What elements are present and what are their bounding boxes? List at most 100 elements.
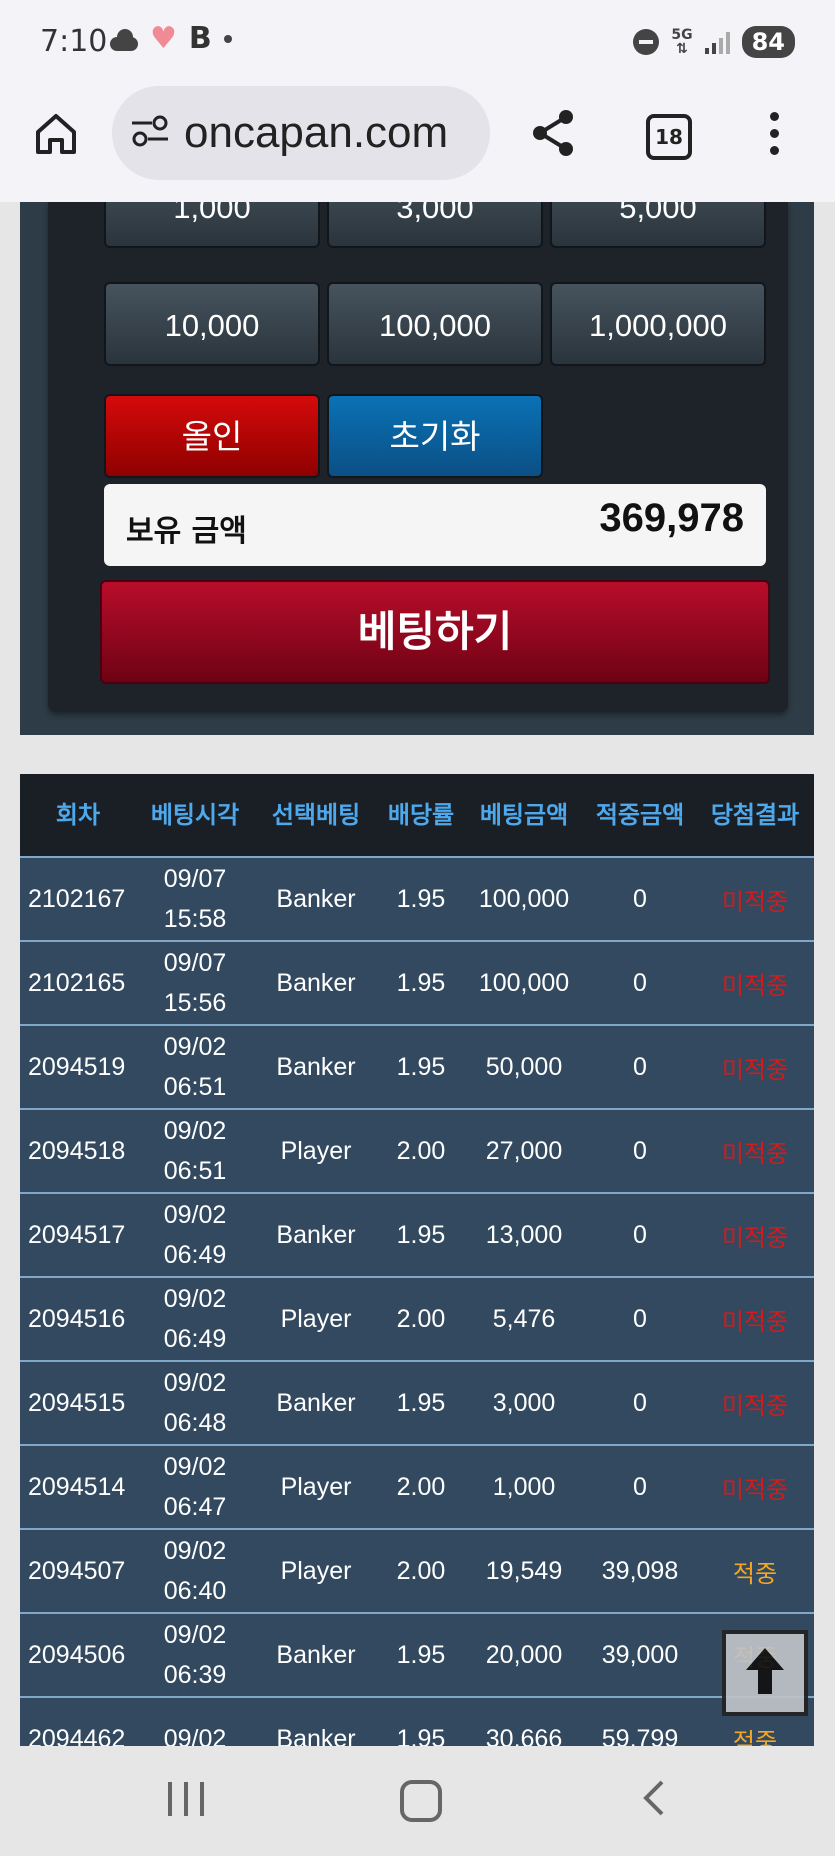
chip-button-3000[interactable]: 3,000: [327, 202, 543, 248]
cell-win-amount: 0: [633, 1136, 647, 1165]
cell-bet-clock: 06:51: [163, 1157, 227, 1185]
cell-bet-date: 09/02: [163, 1285, 227, 1313]
battery-icon: 84: [741, 26, 795, 58]
cell-bet-time: 09/02 06:48: [136, 1362, 254, 1444]
cell-bet-time: 09/07 15:56: [136, 942, 254, 1024]
cell-pick: Player: [280, 1304, 352, 1333]
cell-bet-amount: 20,000: [485, 1640, 563, 1669]
cell-bet-amount: 30,666: [485, 1724, 563, 1747]
cell-round: 2102165: [28, 968, 126, 997]
cell-win-amount: 59,799: [601, 1724, 679, 1747]
cell-bet-amount: 13,000: [485, 1220, 563, 1249]
notification-icons: ♥ B: [108, 24, 232, 54]
cell-result: 미적중: [696, 942, 814, 1024]
cell-bet-amount: 3,000: [492, 1388, 556, 1417]
cell-round: 2094515: [28, 1388, 126, 1417]
cell-win-amount: 0: [633, 1220, 647, 1249]
cell-bet-time: 09/02 06:39: [136, 1614, 254, 1696]
cell-bet-date: 09/02: [163, 1621, 227, 1649]
cell-result: 미적중: [696, 858, 814, 940]
table-row: 2094515 09/02 06:48 Banker 1.95 3,000 0 미적중: [20, 1360, 814, 1444]
balance-value: 369,978: [599, 496, 744, 540]
cell-result: 미적중: [696, 1278, 814, 1360]
cell-bet-date: 09/02: [163, 1033, 227, 1061]
scroll-to-top-button[interactable]: [722, 1630, 808, 1716]
back-button[interactable]: [640, 1778, 666, 1818]
recent-apps-button[interactable]: [168, 1782, 204, 1816]
cell-win-amount: 39,000: [601, 1640, 679, 1669]
cell-bet-clock: 06:48: [163, 1409, 227, 1437]
chip-button-100000[interactable]: 100,000: [327, 282, 543, 366]
cell-win-amount: 0: [633, 884, 647, 913]
cell-bet-amount: 19,549: [485, 1556, 563, 1585]
all-in-button[interactable]: 올인: [104, 394, 320, 478]
home-button[interactable]: [400, 1780, 442, 1822]
cell-round: 2094507: [28, 1556, 126, 1585]
cell-odds: 1.95: [396, 968, 446, 997]
result-text: 적중: [732, 1728, 778, 1747]
table-row: 2094462 09/02 Banker 1.95 30,666 59,799 적중: [20, 1696, 814, 1746]
cell-win-amount: 0: [633, 1304, 647, 1333]
cell-pick: Banker: [276, 1220, 356, 1249]
cell-round: 2094514: [28, 1472, 126, 1501]
result-text: 미적중: [721, 1392, 789, 1420]
cell-pick: Player: [280, 1556, 352, 1585]
cloud-icon: [108, 29, 138, 51]
header-pick: 선택베팅: [271, 801, 361, 829]
more-notifications-dot-icon: [223, 35, 232, 43]
bet-history-table: 회차 베팅시각 선택베팅 배당률 베팅금액 적중금액 당첨결과 2102167 0…: [20, 774, 814, 1746]
do-not-disturb-icon: [633, 29, 660, 55]
table-row: 2094519 09/02 06:51 Banker 1.95 50,000 0 미적중: [20, 1024, 814, 1108]
cell-odds: 1.95: [396, 1052, 446, 1081]
site-settings-icon[interactable]: [130, 114, 170, 148]
b-app-icon: B: [188, 21, 212, 56]
table-row: 2102165 09/07 15:56 Banker 1.95 100,000 0 미적중: [20, 940, 814, 1024]
cell-result: 미적중: [696, 1446, 814, 1528]
chip-button-1000[interactable]: 1,000: [104, 202, 320, 248]
result-text: 적중: [732, 1560, 778, 1588]
share-icon[interactable]: [530, 108, 576, 158]
cell-bet-time: 09/02 06:40: [136, 1530, 254, 1612]
cell-bet-time: 09/02 06:51: [136, 1110, 254, 1192]
bet-panel-inner: 1,000 3,000 5,000 10,000 100,000 1,000,0…: [48, 202, 788, 712]
cell-win-amount: 0: [633, 968, 647, 997]
cell-bet-date: 09/02: [163, 1201, 227, 1229]
chip-button-1000000[interactable]: 1,000,000: [550, 282, 766, 366]
cell-odds: 1.95: [396, 1724, 446, 1747]
signal-icon: [704, 30, 730, 54]
cell-round: 2094462: [28, 1724, 126, 1747]
table-header: 회차 베팅시각 선택베팅 배당률 베팅금액 적중금액 당첨결과: [20, 774, 814, 856]
result-text: 미적중: [721, 888, 789, 916]
cell-bet-amount: 100,000: [478, 968, 570, 997]
header-bet-time: 베팅시각: [150, 801, 240, 829]
result-text: 미적중: [721, 972, 789, 1000]
cell-bet-date: 09/07: [163, 949, 227, 977]
cell-bet-clock: 15:58: [163, 905, 227, 933]
table-row: 2094507 09/02 06:40 Player 2.00 19,549 39,098 적…: [20, 1528, 814, 1612]
table-row: 2094516 09/02 06:49 Player 2.00 5,476 0 미적중: [20, 1276, 814, 1360]
cell-odds: 2.00: [396, 1472, 446, 1501]
place-bet-button[interactable]: 베팅하기: [100, 580, 770, 684]
cell-bet-clock: 06:49: [163, 1325, 227, 1353]
cell-bet-date: 09/07: [163, 865, 227, 893]
chip-button-10000[interactable]: 10,000: [104, 282, 320, 366]
header-result: 당첨결과: [710, 801, 800, 829]
browser-toolbar: oncapan.com 18: [0, 86, 835, 202]
cell-bet-amount: 5,476: [492, 1304, 556, 1333]
chip-button-5000[interactable]: 5,000: [550, 202, 766, 248]
cell-round: 2094518: [28, 1136, 126, 1165]
cell-odds: 1.95: [396, 884, 446, 913]
system-nav-bar: [0, 1746, 835, 1856]
overflow-menu-icon[interactable]: [770, 112, 780, 156]
cell-bet-clock: 06:47: [163, 1493, 227, 1521]
header-round: 회차: [55, 801, 101, 829]
home-icon[interactable]: [32, 110, 80, 158]
tab-switcher-button[interactable]: 18: [646, 114, 692, 160]
cell-odds: 2.00: [396, 1304, 446, 1333]
cell-pick: Player: [280, 1472, 352, 1501]
cell-bet-date: 09/02: [163, 1453, 227, 1481]
reset-button[interactable]: 초기화: [327, 394, 543, 478]
cell-result: 미적중: [696, 1362, 814, 1444]
address-bar[interactable]: oncapan.com: [112, 86, 490, 180]
cell-bet-date: 09/02: [163, 1369, 227, 1397]
